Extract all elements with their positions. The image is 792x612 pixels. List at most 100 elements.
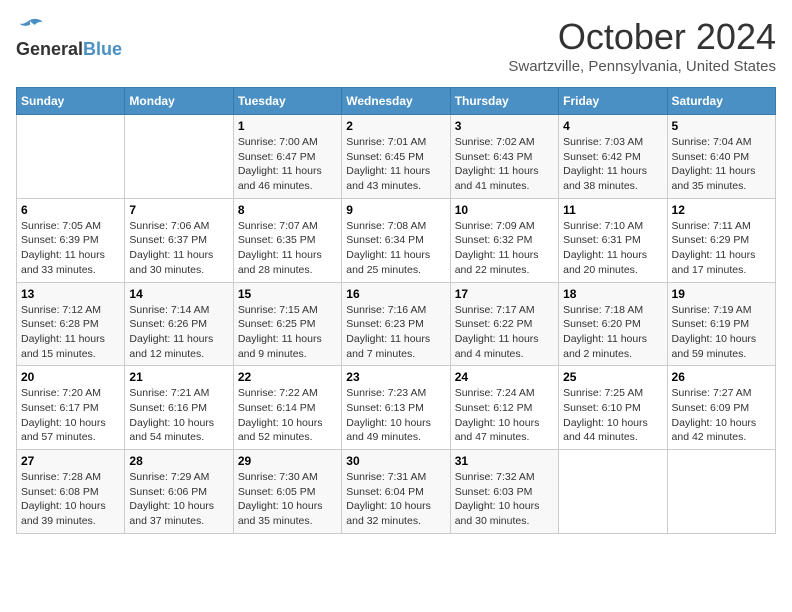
day-number: 17 bbox=[455, 287, 554, 301]
calendar-cell: 25 Sunrise: 7:25 AMSunset: 6:10 PMDayligh… bbox=[559, 366, 667, 450]
day-number: 6 bbox=[21, 203, 120, 217]
day-info: Sunrise: 7:00 AMSunset: 6:47 PMDaylight:… bbox=[238, 135, 337, 194]
calendar-cell: 6 Sunrise: 7:05 AMSunset: 6:39 PMDaylight… bbox=[17, 198, 125, 282]
calendar-body: 1 Sunrise: 7:00 AMSunset: 6:47 PMDaylight… bbox=[17, 115, 776, 534]
day-info: Sunrise: 7:17 AMSunset: 6:22 PMDaylight:… bbox=[455, 303, 554, 362]
day-number: 25 bbox=[563, 370, 662, 384]
day-number: 23 bbox=[346, 370, 445, 384]
day-number: 1 bbox=[238, 119, 337, 133]
calendar-cell: 26 Sunrise: 7:27 AMSunset: 6:09 PMDayligh… bbox=[667, 366, 775, 450]
weekday-header-tuesday: Tuesday bbox=[233, 88, 341, 115]
calendar-cell: 11 Sunrise: 7:10 AMSunset: 6:31 PMDayligh… bbox=[559, 198, 667, 282]
day-number: 27 bbox=[21, 454, 120, 468]
day-number: 31 bbox=[455, 454, 554, 468]
calendar-cell: 28 Sunrise: 7:29 AMSunset: 6:06 PMDayligh… bbox=[125, 450, 233, 534]
calendar-cell: 17 Sunrise: 7:17 AMSunset: 6:22 PMDayligh… bbox=[450, 282, 558, 366]
day-info: Sunrise: 7:22 AMSunset: 6:14 PMDaylight:… bbox=[238, 386, 337, 445]
calendar-cell: 13Sunrise: 7:12 AMSunset: 6:28 PMDayligh… bbox=[17, 282, 125, 366]
calendar-cell: 8 Sunrise: 7:07 AMSunset: 6:35 PMDaylight… bbox=[233, 198, 341, 282]
day-info: Sunrise: 7:31 AMSunset: 6:04 PMDaylight:… bbox=[346, 470, 445, 529]
day-info: Sunrise: 7:02 AMSunset: 6:43 PMDaylight:… bbox=[455, 135, 554, 194]
day-info: Sunrise: 7:08 AMSunset: 6:34 PMDaylight:… bbox=[346, 219, 445, 278]
weekday-header-row: SundayMondayTuesdayWednesdayThursdayFrid… bbox=[17, 88, 776, 115]
weekday-header-friday: Friday bbox=[559, 88, 667, 115]
day-info: Sunrise: 7:30 AMSunset: 6:05 PMDaylight:… bbox=[238, 470, 337, 529]
week-row-1: 6 Sunrise: 7:05 AMSunset: 6:39 PMDaylight… bbox=[17, 198, 776, 282]
day-info: Sunrise: 7:18 AMSunset: 6:20 PMDaylight:… bbox=[563, 303, 662, 362]
day-info: Sunrise: 7:04 AMSunset: 6:40 PMDaylight:… bbox=[672, 135, 771, 194]
day-number: 14 bbox=[129, 287, 228, 301]
calendar-cell bbox=[125, 115, 233, 199]
weekday-header-thursday: Thursday bbox=[450, 88, 558, 115]
day-info: Sunrise: 7:32 AMSunset: 6:03 PMDaylight:… bbox=[455, 470, 554, 529]
day-number: 26 bbox=[672, 370, 771, 384]
day-info: Sunrise: 7:10 AMSunset: 6:31 PMDaylight:… bbox=[563, 219, 662, 278]
day-info: Sunrise: 7:27 AMSunset: 6:09 PMDaylight:… bbox=[672, 386, 771, 445]
weekday-header-saturday: Saturday bbox=[667, 88, 775, 115]
calendar-cell: 18 Sunrise: 7:18 AMSunset: 6:20 PMDayligh… bbox=[559, 282, 667, 366]
calendar-cell: 3 Sunrise: 7:02 AMSunset: 6:43 PMDaylight… bbox=[450, 115, 558, 199]
day-number: 11 bbox=[563, 203, 662, 217]
day-info: Sunrise: 7:14 AMSunset: 6:26 PMDaylight:… bbox=[129, 303, 228, 362]
day-number: 24 bbox=[455, 370, 554, 384]
day-info: Sunrise: 7:09 AMSunset: 6:32 PMDaylight:… bbox=[455, 219, 554, 278]
day-number: 20 bbox=[21, 370, 120, 384]
day-number: 8 bbox=[238, 203, 337, 217]
weekday-header-sunday: Sunday bbox=[17, 88, 125, 115]
calendar-cell: 2Sunrise: 7:01 AMSunset: 6:45 PMDaylight… bbox=[342, 115, 450, 199]
month-title: October 2024 bbox=[508, 16, 776, 58]
calendar-cell: 21Sunrise: 7:21 AMSunset: 6:16 PMDayligh… bbox=[125, 366, 233, 450]
day-info: Sunrise: 7:29 AMSunset: 6:06 PMDaylight:… bbox=[129, 470, 228, 529]
logo-general: General bbox=[16, 39, 83, 60]
title-area: October 2024 Swartzville, Pennsylvania, … bbox=[508, 16, 776, 75]
calendar-cell: 1 Sunrise: 7:00 AMSunset: 6:47 PMDaylight… bbox=[233, 115, 341, 199]
calendar-table: SundayMondayTuesdayWednesdayThursdayFrid… bbox=[16, 87, 776, 534]
header: General Blue October 2024 Swartzville, P… bbox=[16, 16, 776, 75]
calendar-cell: 19Sunrise: 7:19 AMSunset: 6:19 PMDayligh… bbox=[667, 282, 775, 366]
day-number: 4 bbox=[563, 119, 662, 133]
day-info: Sunrise: 7:07 AMSunset: 6:35 PMDaylight:… bbox=[238, 219, 337, 278]
day-info: Sunrise: 7:19 AMSunset: 6:19 PMDaylight:… bbox=[672, 303, 771, 362]
week-row-0: 1 Sunrise: 7:00 AMSunset: 6:47 PMDaylight… bbox=[17, 115, 776, 199]
calendar-cell bbox=[667, 450, 775, 534]
calendar-cell: 23 Sunrise: 7:23 AMSunset: 6:13 PMDayligh… bbox=[342, 366, 450, 450]
day-info: Sunrise: 7:05 AMSunset: 6:39 PMDaylight:… bbox=[21, 219, 120, 278]
week-row-3: 20 Sunrise: 7:20 AMSunset: 6:17 PMDayligh… bbox=[17, 366, 776, 450]
day-number: 9 bbox=[346, 203, 445, 217]
calendar-cell: 31 Sunrise: 7:32 AMSunset: 6:03 PMDayligh… bbox=[450, 450, 558, 534]
day-number: 30 bbox=[346, 454, 445, 468]
calendar-cell: 22 Sunrise: 7:22 AMSunset: 6:14 PMDayligh… bbox=[233, 366, 341, 450]
day-number: 5 bbox=[672, 119, 771, 133]
day-number: 28 bbox=[129, 454, 228, 468]
week-row-4: 27Sunrise: 7:28 AMSunset: 6:08 PMDayligh… bbox=[17, 450, 776, 534]
day-number: 7 bbox=[129, 203, 228, 217]
calendar-cell: 29 Sunrise: 7:30 AMSunset: 6:05 PMDayligh… bbox=[233, 450, 341, 534]
day-info: Sunrise: 7:21 AMSunset: 6:16 PMDaylight:… bbox=[129, 386, 228, 445]
calendar-cell: 27Sunrise: 7:28 AMSunset: 6:08 PMDayligh… bbox=[17, 450, 125, 534]
calendar-cell: 20 Sunrise: 7:20 AMSunset: 6:17 PMDayligh… bbox=[17, 366, 125, 450]
day-info: Sunrise: 7:12 AMSunset: 6:28 PMDaylight:… bbox=[21, 303, 120, 362]
day-number: 15 bbox=[238, 287, 337, 301]
weekday-header-wednesday: Wednesday bbox=[342, 88, 450, 115]
day-info: Sunrise: 7:25 AMSunset: 6:10 PMDaylight:… bbox=[563, 386, 662, 445]
day-info: Sunrise: 7:15 AMSunset: 6:25 PMDaylight:… bbox=[238, 303, 337, 362]
day-info: Sunrise: 7:24 AMSunset: 6:12 PMDaylight:… bbox=[455, 386, 554, 445]
day-number: 2 bbox=[346, 119, 445, 133]
day-info: Sunrise: 7:23 AMSunset: 6:13 PMDaylight:… bbox=[346, 386, 445, 445]
day-number: 29 bbox=[238, 454, 337, 468]
day-number: 16 bbox=[346, 287, 445, 301]
calendar-cell: 9 Sunrise: 7:08 AMSunset: 6:34 PMDaylight… bbox=[342, 198, 450, 282]
calendar-cell: 7Sunrise: 7:06 AMSunset: 6:37 PMDaylight… bbox=[125, 198, 233, 282]
calendar-cell bbox=[17, 115, 125, 199]
day-number: 3 bbox=[455, 119, 554, 133]
location-title: Swartzville, Pennsylvania, United States bbox=[508, 58, 776, 75]
day-info: Sunrise: 7:20 AMSunset: 6:17 PMDaylight:… bbox=[21, 386, 120, 445]
calendar-cell: 4Sunrise: 7:03 AMSunset: 6:42 PMDaylight… bbox=[559, 115, 667, 199]
day-number: 18 bbox=[563, 287, 662, 301]
day-info: Sunrise: 7:11 AMSunset: 6:29 PMDaylight:… bbox=[672, 219, 771, 278]
calendar-cell: 15 Sunrise: 7:15 AMSunset: 6:25 PMDayligh… bbox=[233, 282, 341, 366]
calendar-cell: 24 Sunrise: 7:24 AMSunset: 6:12 PMDayligh… bbox=[450, 366, 558, 450]
day-number: 22 bbox=[238, 370, 337, 384]
calendar-cell: 16Sunrise: 7:16 AMSunset: 6:23 PMDayligh… bbox=[342, 282, 450, 366]
calendar-cell: 30 Sunrise: 7:31 AMSunset: 6:04 PMDayligh… bbox=[342, 450, 450, 534]
